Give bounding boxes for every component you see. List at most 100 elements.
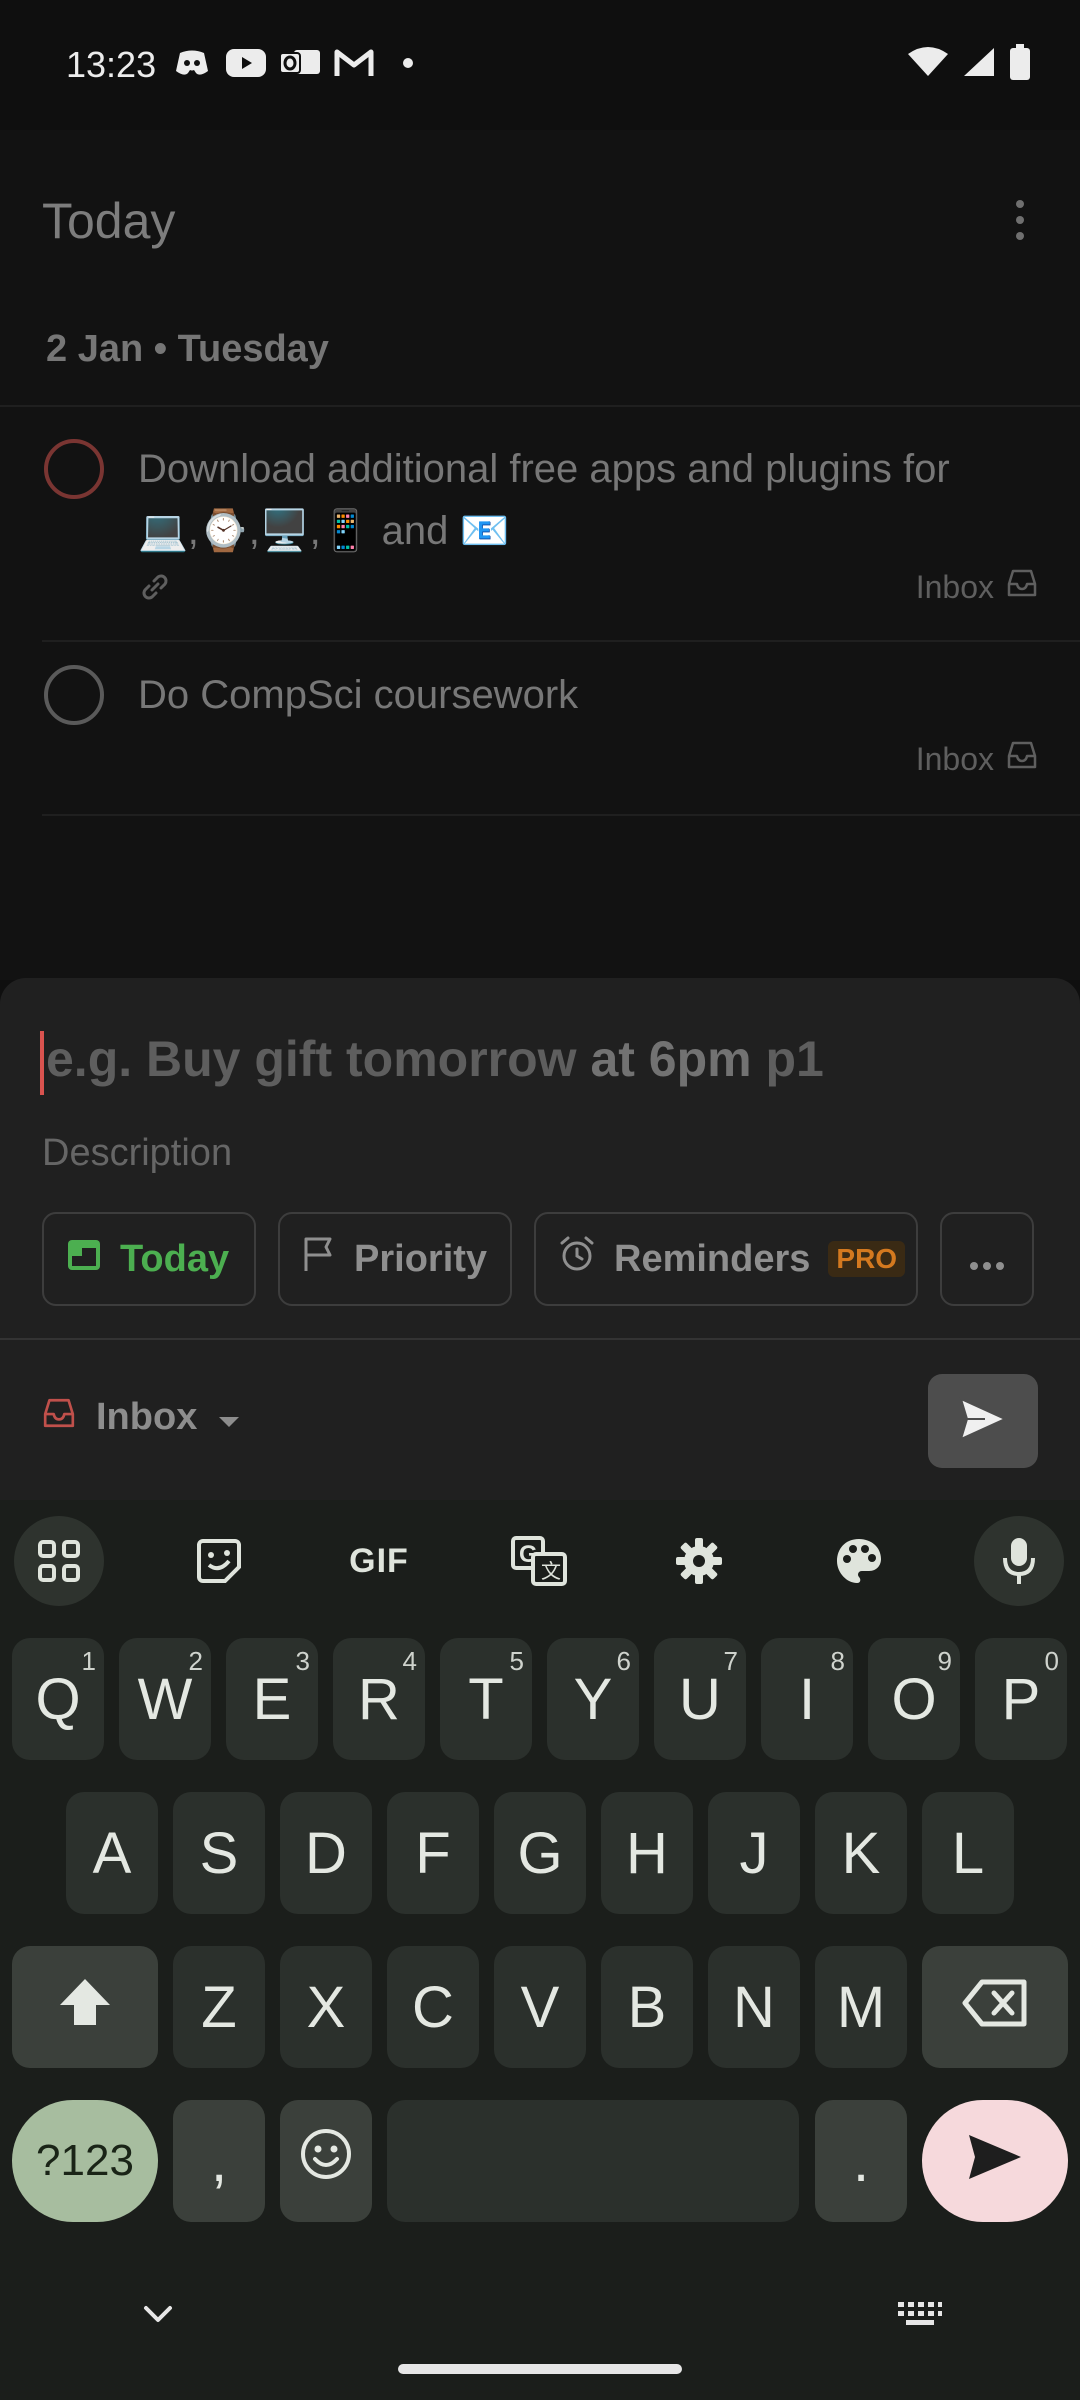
shift-key[interactable] [12, 1946, 158, 2068]
key-q[interactable]: Q1 [12, 1638, 104, 1760]
priority-chip[interactable]: Priority [278, 1212, 512, 1306]
emoji-key[interactable] [280, 2100, 372, 2222]
text-cursor [40, 1030, 44, 1095]
task-title-line: 💻,⌚,🖥️,📱 and 📧 [138, 509, 510, 553]
more-options-button[interactable] [940, 1212, 1034, 1306]
inbox-icon [42, 1396, 76, 1439]
key-k[interactable]: K [815, 1792, 907, 1914]
key-d[interactable]: D [280, 1792, 372, 1914]
key-c[interactable]: C [387, 1946, 479, 2068]
keyboard-switch-icon[interactable] [896, 2300, 944, 2333]
key-j[interactable]: J [708, 1792, 800, 1914]
key-t[interactable]: T5 [440, 1638, 532, 1760]
settings-gear-icon[interactable] [654, 1516, 744, 1606]
gif-button[interactable]: GIF [334, 1516, 424, 1606]
sticker-icon[interactable] [174, 1516, 264, 1606]
more-options-icon[interactable] [1000, 190, 1040, 250]
microphone-icon[interactable] [974, 1516, 1064, 1606]
key-y[interactable]: Y6 [547, 1638, 639, 1760]
emoji-smiley-icon [299, 2127, 353, 2195]
reminders-label: Reminders [614, 1237, 811, 1280]
key-g[interactable]: G [494, 1792, 586, 1914]
quick-add-chips: Today Priority Reminders PRO [42, 1212, 1034, 1306]
key-u[interactable]: U7 [654, 1638, 746, 1760]
divider [0, 1338, 1080, 1340]
divider [42, 640, 1080, 642]
task-project: Inbox [916, 740, 1038, 778]
notification-icons [172, 46, 428, 80]
key-z[interactable]: Z [173, 1946, 265, 2068]
task-item[interactable]: Do CompSci coursework Inbox [0, 660, 1080, 800]
task-project: Inbox [916, 568, 1038, 606]
inbox-icon [1006, 740, 1038, 778]
divider [0, 405, 1080, 407]
project-selector[interactable]: Inbox [42, 1396, 241, 1439]
reminders-chip[interactable]: Reminders PRO [534, 1212, 918, 1306]
key-o[interactable]: O9 [868, 1638, 960, 1760]
pro-badge: PRO [828, 1241, 906, 1277]
notification-dot-icon [388, 46, 428, 80]
key-l[interactable]: L [922, 1792, 1014, 1914]
key-n[interactable]: N [708, 1946, 800, 2068]
palette-icon[interactable] [814, 1516, 904, 1606]
quick-add-sheet: e.g. Buy gift tomorrow at 6pm p1 Descrip… [0, 978, 1080, 1500]
key-h[interactable]: H [601, 1792, 693, 1914]
translate-icon[interactable]: G文 [494, 1516, 584, 1606]
link-icon [138, 570, 172, 604]
key-v[interactable]: V [494, 1946, 586, 2068]
system-icons [908, 44, 1030, 85]
alarm-clock-icon [558, 1235, 596, 1283]
placeholder-time: at 6pm [576, 1031, 752, 1087]
key-e[interactable]: E3 [226, 1638, 318, 1760]
page-title: Today [42, 193, 176, 249]
keyboard-send-key[interactable] [922, 2100, 1068, 2222]
key-a[interactable]: A [66, 1792, 158, 1914]
key-x[interactable]: X [280, 1946, 372, 2068]
home-indicator[interactable] [398, 2364, 682, 2374]
task-name-input[interactable]: e.g. Buy gift tomorrow at 6pm p1 [40, 1030, 824, 1095]
comma-key[interactable]: , [173, 2100, 265, 2222]
key-r[interactable]: R4 [333, 1638, 425, 1760]
task-item[interactable]: Download additional free apps and plugin… [0, 430, 1080, 605]
navigation-bar [0, 2270, 1080, 2400]
status-bar: 13:23 [0, 0, 1080, 130]
today-view: Today 2 Jan • Tuesday Download additiona… [0, 130, 1080, 980]
symbols-key[interactable]: ?123 [12, 2100, 158, 2222]
key-s[interactable]: S [173, 1792, 265, 1914]
backspace-icon [962, 1974, 1028, 2041]
backspace-key[interactable] [922, 1946, 1068, 2068]
calendar-icon [66, 1236, 102, 1282]
add-task-button[interactable] [928, 1374, 1038, 1468]
outlook-icon [280, 46, 320, 80]
key-w[interactable]: W2 [119, 1638, 211, 1760]
wifi-icon [908, 46, 948, 83]
task-title: Download additional free apps and plugin… [138, 438, 1040, 562]
task-complete-checkbox[interactable] [44, 665, 104, 725]
space-key[interactable] [387, 2100, 799, 2222]
placeholder-text: e.g. Buy gift tomorrow [46, 1031, 577, 1087]
key-b[interactable]: B [601, 1946, 693, 2068]
task-project-label: Inbox [915, 740, 994, 777]
due-date-label: Today [120, 1237, 230, 1280]
key-f[interactable]: F [387, 1792, 479, 1914]
due-date-chip[interactable]: Today [42, 1212, 256, 1306]
inbox-icon [1006, 568, 1038, 606]
discord-icon [172, 46, 212, 80]
keyboard-toolbar: GIF G文 [0, 1500, 1080, 1620]
more-horizontal-icon [969, 1238, 1005, 1281]
date-header: 2 Jan • Tuesday [46, 328, 329, 370]
key-m[interactable]: M [815, 1946, 907, 2068]
send-icon [967, 2128, 1023, 2195]
project-label: Inbox [96, 1396, 198, 1438]
hide-keyboard-chevron-icon[interactable] [140, 2302, 176, 2331]
signal-icon [962, 46, 996, 83]
task-complete-checkbox[interactable] [44, 439, 104, 499]
gmail-icon [334, 46, 374, 80]
placeholder-priority: p1 [751, 1031, 824, 1087]
key-p[interactable]: P0 [975, 1638, 1067, 1760]
period-key[interactable]: . [815, 2100, 907, 2222]
key-i[interactable]: I8 [761, 1638, 853, 1760]
shift-arrow-icon [58, 1974, 112, 2041]
description-input[interactable]: Description [42, 1132, 232, 1175]
apps-grid-icon[interactable] [14, 1516, 104, 1606]
